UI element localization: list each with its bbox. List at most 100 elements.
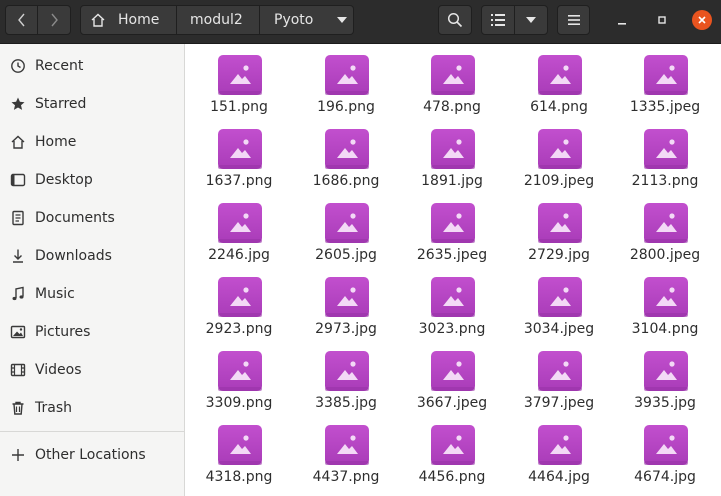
- sidebar-item-label: Trash: [35, 400, 72, 416]
- breadcrumb-pyoto-label: Pyoto: [274, 12, 314, 28]
- image-file-icon: [324, 350, 370, 392]
- file-item[interactable]: 4318.png: [186, 414, 292, 488]
- sidebar-item-trash[interactable]: Trash: [0, 389, 184, 427]
- sidebar-item-music[interactable]: Music: [0, 275, 184, 313]
- search-button[interactable]: [438, 5, 472, 35]
- videos-icon: [9, 361, 27, 379]
- image-file-icon: [430, 202, 476, 244]
- image-file-icon: [217, 350, 263, 392]
- image-file-icon: [537, 128, 583, 170]
- file-name: 1335.jpeg: [629, 99, 701, 115]
- file-item[interactable]: 3667.jpeg: [399, 340, 505, 414]
- file-item[interactable]: 478.png: [399, 44, 505, 118]
- breadcrumb-modul2-label: modul2: [190, 12, 243, 28]
- file-item[interactable]: 4464.jpg: [506, 414, 612, 488]
- file-item[interactable]: 3385.jpg: [293, 340, 399, 414]
- file-item[interactable]: 1686.png: [293, 118, 399, 192]
- file-name: 2109.jpeg: [523, 173, 595, 189]
- sidebar-item-recent[interactable]: Recent: [0, 47, 184, 85]
- image-file-icon: [643, 128, 689, 170]
- image-file-icon: [537, 424, 583, 466]
- view-options-button[interactable]: [514, 5, 548, 35]
- file-item[interactable]: 2605.jpg: [293, 192, 399, 266]
- file-name: 3104.png: [631, 321, 699, 337]
- header-bar: Home modul2 Pyoto: [0, 0, 721, 44]
- image-file-icon: [537, 54, 583, 96]
- sidebar-item-documents[interactable]: Documents: [0, 199, 184, 237]
- file-item[interactable]: 2635.jpeg: [399, 192, 505, 266]
- file-name: 614.png: [530, 99, 588, 115]
- music-icon: [9, 285, 27, 303]
- star-icon: [9, 95, 27, 113]
- file-item[interactable]: 2973.jpg: [293, 266, 399, 340]
- file-name: 1891.jpg: [421, 173, 483, 189]
- file-item[interactable]: 2923.png: [186, 266, 292, 340]
- file-item[interactable]: 2246.jpg: [186, 192, 292, 266]
- breadcrumb-pyoto[interactable]: Pyoto: [260, 5, 354, 35]
- pictures-icon: [9, 323, 27, 341]
- file-item[interactable]: 2800.jpeg: [612, 192, 718, 266]
- image-file-icon: [430, 128, 476, 170]
- caret-down-icon: [337, 17, 348, 23]
- file-name: 4318.png: [205, 469, 273, 485]
- forward-button[interactable]: [37, 5, 71, 35]
- image-file-icon: [430, 276, 476, 318]
- chevron-left-icon: [17, 13, 25, 27]
- breadcrumb-modul2[interactable]: modul2: [177, 5, 260, 35]
- file-item[interactable]: 1637.png: [186, 118, 292, 192]
- sidebar-item-downloads[interactable]: Downloads: [0, 237, 184, 275]
- download-icon: [9, 247, 27, 265]
- file-item[interactable]: 4456.png: [399, 414, 505, 488]
- list-view-icon: [491, 14, 505, 26]
- sidebar-item-label: Videos: [35, 362, 82, 378]
- file-item[interactable]: 2113.png: [612, 118, 718, 192]
- menu-button[interactable]: [557, 5, 590, 35]
- file-name: 2923.png: [205, 321, 273, 337]
- plus-icon: [9, 446, 27, 464]
- sidebar-item-label: Starred: [35, 96, 87, 112]
- file-item[interactable]: 1891.jpg: [399, 118, 505, 192]
- file-item[interactable]: 4674.jpg: [612, 414, 718, 488]
- sidebar-item-videos[interactable]: Videos: [0, 351, 184, 389]
- file-item[interactable]: 151.png: [186, 44, 292, 118]
- list-view-button[interactable]: [481, 5, 515, 35]
- file-item[interactable]: 3034.jpeg: [506, 266, 612, 340]
- file-name: 2973.jpg: [315, 321, 377, 337]
- file-name: 3034.jpeg: [523, 321, 595, 337]
- file-item[interactable]: 4437.png: [293, 414, 399, 488]
- close-button[interactable]: [692, 10, 712, 30]
- file-item[interactable]: 3797.jpeg: [506, 340, 612, 414]
- search-icon: [447, 12, 463, 28]
- file-name: 3309.png: [205, 395, 273, 411]
- file-grid: 151.png 196.png 478.png 614.png 1335.jpeg 163…: [186, 44, 721, 496]
- file-item[interactable]: 3023.png: [399, 266, 505, 340]
- image-file-icon: [537, 276, 583, 318]
- sidebar-item-other-locations[interactable]: Other Locations: [0, 436, 184, 474]
- file-item[interactable]: 1335.jpeg: [612, 44, 718, 118]
- sidebar: Recent Starred Home Desktop Documents Do…: [0, 44, 185, 496]
- sidebar-item-starred[interactable]: Starred: [0, 85, 184, 123]
- minimize-button[interactable]: [612, 10, 632, 30]
- sidebar-item-desktop[interactable]: Desktop: [0, 161, 184, 199]
- sidebar-item-label: Downloads: [35, 248, 112, 264]
- file-item[interactable]: 2729.jpg: [506, 192, 612, 266]
- sidebar-item-home[interactable]: Home: [0, 123, 184, 161]
- file-item[interactable]: 3104.png: [612, 266, 718, 340]
- breadcrumb-home[interactable]: Home: [80, 5, 177, 35]
- back-button[interactable]: [5, 5, 38, 35]
- desktop-icon: [9, 171, 27, 189]
- file-item[interactable]: 2109.jpeg: [506, 118, 612, 192]
- file-item[interactable]: 3935.jpg: [612, 340, 718, 414]
- file-name: 2800.jpeg: [629, 247, 701, 263]
- sidebar-item-label: Desktop: [35, 172, 93, 188]
- file-item[interactable]: 3309.png: [186, 340, 292, 414]
- sidebar-item-pictures[interactable]: Pictures: [0, 313, 184, 351]
- maximize-button[interactable]: [652, 10, 672, 30]
- breadcrumb-home-label: Home: [118, 12, 160, 28]
- minimize-icon: [618, 23, 626, 25]
- sidebar-separator: [0, 431, 184, 432]
- file-item[interactable]: 614.png: [506, 44, 612, 118]
- hamburger-menu-icon: [567, 15, 580, 25]
- image-file-icon: [430, 54, 476, 96]
- file-item[interactable]: 196.png: [293, 44, 399, 118]
